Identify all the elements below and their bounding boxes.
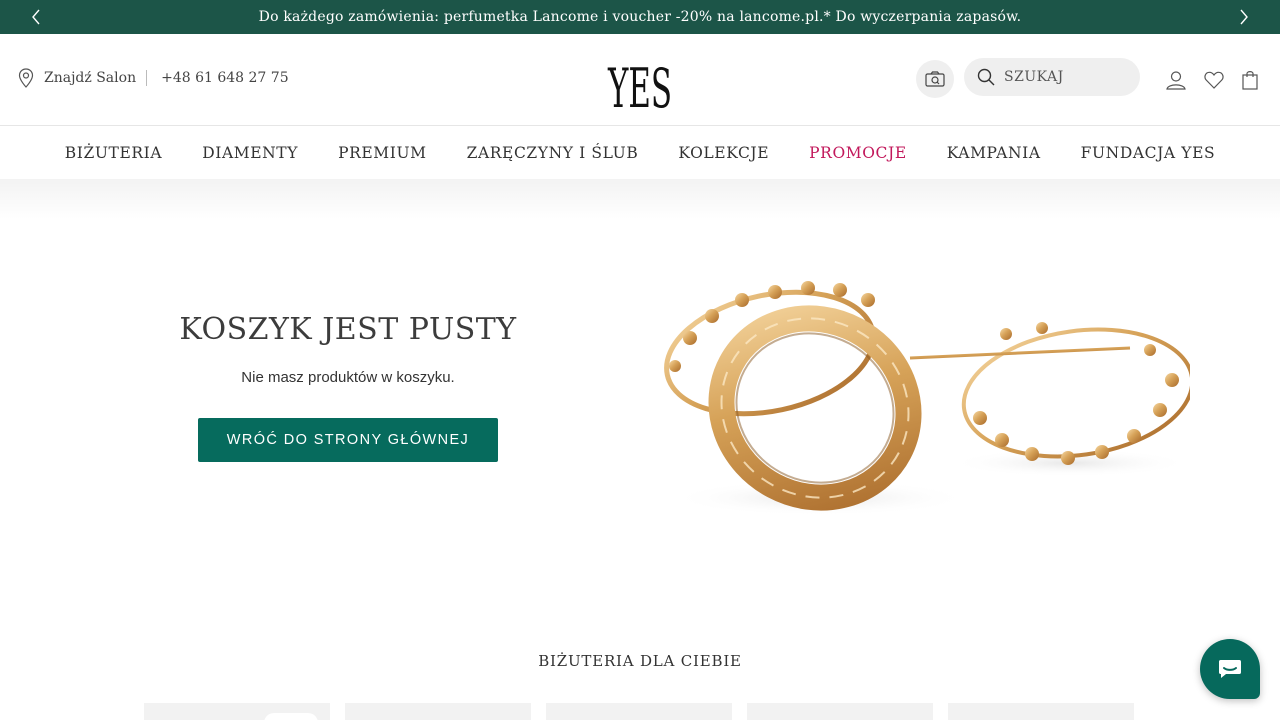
yes-logo[interactable]: YES	[607, 54, 673, 120]
product-card[interactable]	[948, 703, 1134, 720]
chevron-left-icon[interactable]	[26, 7, 46, 27]
chat-icon	[1219, 660, 1241, 678]
product-badge	[264, 713, 318, 720]
empty-cart-message: KOSZYK JEST PUSTY Nie masz produktów w k…	[150, 312, 546, 386]
product-carousel	[144, 703, 1134, 720]
chevron-right-icon[interactable]	[1234, 7, 1254, 27]
empty-cart-title: KOSZYK JEST PUSTY	[179, 312, 517, 347]
salon-info: Znajdź Salon +48 61 648 27 75	[18, 68, 289, 88]
site-header: Znajdź Salon +48 61 648 27 75 YES	[0, 34, 1280, 126]
recommendations-title: BIŻUTERIA DLA CIEBIE	[538, 652, 742, 670]
rings-image	[650, 258, 1195, 528]
phone-link[interactable]: +48 61 648 27 75	[161, 70, 289, 86]
product-card[interactable]	[747, 703, 933, 720]
nav-item-kolekcje[interactable]: KOLEKCJE	[658, 144, 789, 162]
nav-item-premium[interactable]: PREMIUM	[318, 144, 447, 162]
product-card[interactable]	[546, 703, 732, 720]
nav-shadow	[0, 179, 1280, 219]
back-to-home-button[interactable]: WRÓĆ DO STRONY GŁÓWNEJ	[198, 418, 498, 462]
user-icon[interactable]	[1165, 69, 1187, 91]
promo-text[interactable]: Do każdego zamówienia: perfumetka Lancom…	[259, 9, 1022, 25]
visual-search-button[interactable]	[916, 60, 954, 98]
heart-icon[interactable]	[1203, 69, 1225, 91]
product-card[interactable]	[144, 703, 330, 720]
bag-icon[interactable]	[1239, 69, 1261, 91]
logo-text: YES	[607, 57, 672, 114]
divider	[146, 70, 148, 86]
nav-item-kampania[interactable]: KAMPANIA	[927, 144, 1061, 162]
nav-item-zareczyny-i-slub[interactable]: ZARĘCZYNY I ŚLUB	[447, 144, 659, 162]
empty-cart-subtitle: Nie masz produktów w koszyku.	[241, 369, 455, 386]
nav-item-bizuteria[interactable]: BIŻUTERIA	[45, 144, 182, 162]
product-card[interactable]	[345, 703, 531, 720]
promo-bar: Do każdego zamówienia: perfumetka Lancom…	[0, 0, 1280, 34]
search-icon[interactable]	[977, 68, 995, 86]
main-nav: BIŻUTERIA DIAMENTY PREMIUM ZARĘCZYNY I Ś…	[0, 126, 1280, 179]
nav-item-diamenty[interactable]: DIAMENTY	[182, 144, 318, 162]
camera-search-icon	[925, 71, 945, 87]
nav-item-promocje[interactable]: PROMOCJE	[789, 144, 927, 162]
nav-item-fundacja-yes[interactable]: FUNDACJA YES	[1061, 144, 1236, 162]
find-salon-link[interactable]: Znajdź Salon	[44, 70, 136, 86]
search-box[interactable]	[964, 58, 1140, 96]
location-pin-icon[interactable]	[18, 68, 36, 88]
chat-button[interactable]	[1200, 639, 1260, 699]
search-input[interactable]	[1004, 69, 1124, 85]
